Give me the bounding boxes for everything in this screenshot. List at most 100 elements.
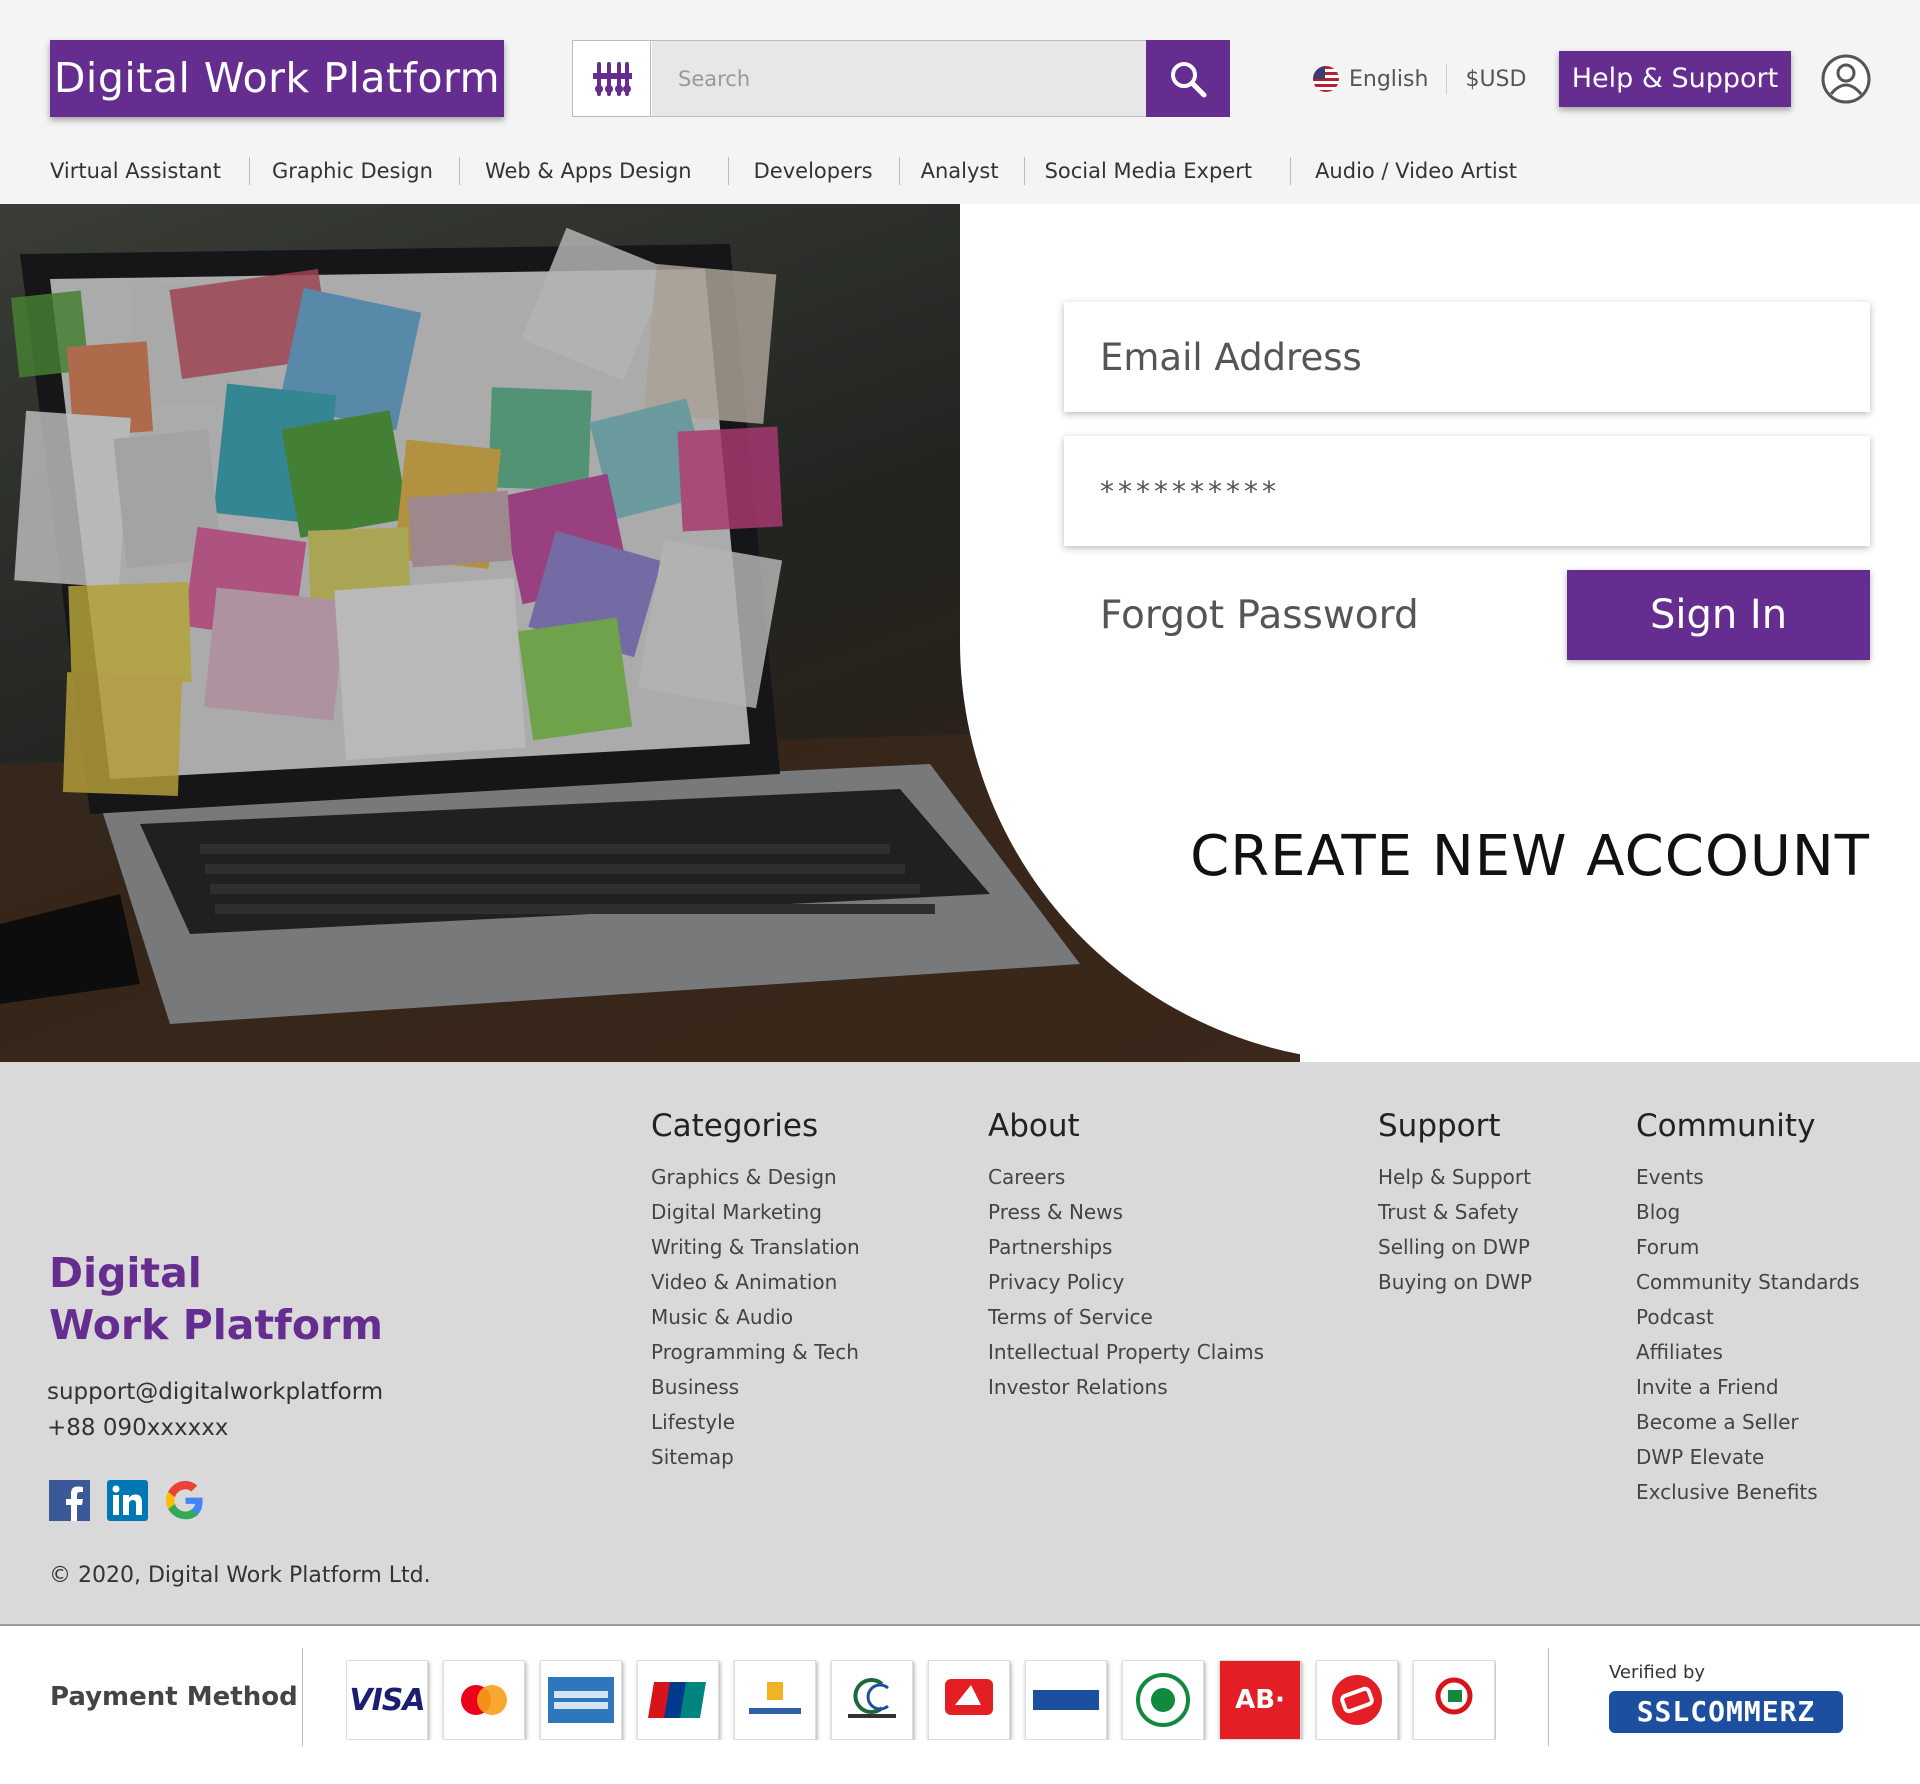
footer-link[interactable]: Sitemap xyxy=(651,1440,860,1475)
category-filter-icon[interactable] xyxy=(573,41,651,116)
footer-link[interactable]: Video & Animation xyxy=(651,1265,860,1300)
payment-logos: VISA AB· xyxy=(346,1660,1496,1740)
copyright: © 2020, Digital Work Platform Ltd. xyxy=(49,1563,431,1588)
category-nav: Virtual Assistant Graphic Design Web & A… xyxy=(50,154,1517,188)
footer-logo-line2: Work Platform xyxy=(49,1301,384,1349)
footer-column-community: Community Events Blog Forum Community St… xyxy=(1636,1108,1860,1510)
footer-link[interactable]: Become a Seller xyxy=(1636,1405,1860,1440)
bank-asia-logo xyxy=(1025,1660,1107,1740)
footer-link[interactable]: Trust & Safety xyxy=(1378,1195,1532,1230)
divider xyxy=(1548,1648,1549,1746)
footer-column-title: Categories xyxy=(651,1108,819,1144)
site-logo[interactable]: Digital Work Platform xyxy=(50,40,504,117)
footer-link[interactable]: DWP Elevate xyxy=(1636,1440,1860,1475)
citytouch-logo xyxy=(928,1660,1010,1740)
language-selector[interactable]: English xyxy=(1349,67,1428,92)
divider xyxy=(727,157,729,185)
divider xyxy=(1446,64,1448,94)
footer-link[interactable]: Graphics & Design xyxy=(651,1160,860,1195)
footer-logo: Digital Work Platform xyxy=(49,1247,383,1351)
footer-link[interactable]: Podcast xyxy=(1636,1300,1860,1335)
nav-virtual-assistant[interactable]: Virtual Assistant xyxy=(50,159,221,183)
email-field-wrapper xyxy=(1064,302,1870,412)
footer-link[interactable]: Investor Relations xyxy=(988,1370,1264,1405)
facebook-icon[interactable] xyxy=(49,1480,90,1521)
hero-section: Forgot Password Sign In CREATE NEW ACCOU… xyxy=(0,204,1920,1062)
islami-bank-logo xyxy=(1122,1660,1204,1740)
footer-column-title: About xyxy=(988,1108,1080,1144)
divider xyxy=(248,157,250,185)
help-support-button[interactable]: Help & Support xyxy=(1559,51,1791,107)
divider xyxy=(1023,157,1025,185)
footer-link[interactable]: Writing & Translation xyxy=(651,1230,860,1265)
header: Digital Work Platform Search English $US… xyxy=(0,0,1920,204)
footer-link[interactable]: Lifestyle xyxy=(651,1405,860,1440)
brac-bank-logo xyxy=(734,1660,816,1740)
nav-social-media-expert[interactable]: Social Media Expert xyxy=(1045,159,1253,183)
footer-link[interactable]: Help & Support xyxy=(1378,1160,1532,1195)
forgot-password-link[interactable]: Forgot Password xyxy=(1064,593,1419,638)
mastercard-logo xyxy=(443,1660,525,1740)
login-actions-row: Forgot Password Sign In xyxy=(1064,570,1870,660)
search-icon xyxy=(1171,61,1207,97)
locale-selector: English $USD xyxy=(1313,62,1526,96)
footer-link[interactable]: Selling on DWP xyxy=(1378,1230,1532,1265)
payment-methods: Payment Method VISA AB· Verified by SSLC… xyxy=(0,1626,1920,1784)
nav-web-apps-design[interactable]: Web & Apps Design xyxy=(485,159,692,183)
login-form: Forgot Password Sign In xyxy=(1064,302,1870,660)
support-email[interactable]: support@digitalworkplatform xyxy=(47,1374,383,1410)
nav-analyst[interactable]: Analyst xyxy=(921,159,999,183)
footer-link[interactable]: Terms of Service xyxy=(988,1300,1264,1335)
nav-developers[interactable]: Developers xyxy=(754,159,873,183)
verified-by-label: Verified by xyxy=(1609,1662,1706,1683)
search-input[interactable] xyxy=(652,41,1146,116)
footer-link[interactable]: Intellectual Property Claims xyxy=(988,1335,1264,1370)
footer-link[interactable]: Buying on DWP xyxy=(1378,1265,1532,1300)
footer-link[interactable]: Digital Marketing xyxy=(651,1195,860,1230)
sign-in-button[interactable]: Sign In xyxy=(1567,570,1870,660)
footer-link[interactable]: Careers xyxy=(988,1160,1264,1195)
google-icon[interactable] xyxy=(165,1480,206,1521)
nav-graphic-design[interactable]: Graphic Design xyxy=(272,159,433,183)
search-button[interactable] xyxy=(1146,40,1230,117)
footer-link[interactable]: Community Standards xyxy=(1636,1265,1860,1300)
nav-audio-video-artist[interactable]: Audio / Video Artist xyxy=(1315,159,1517,183)
dbbl-nexus-logo xyxy=(831,1660,913,1740)
payment-method-label: Payment Method xyxy=(50,1682,298,1712)
password-field-wrapper xyxy=(1064,436,1870,546)
us-flag-icon xyxy=(1313,66,1339,92)
divider xyxy=(458,157,460,185)
footer-column-support: Support Help & Support Trust & Safety Se… xyxy=(1378,1108,1532,1300)
footer-link[interactable]: Press & News xyxy=(988,1195,1264,1230)
amex-logo xyxy=(540,1660,622,1740)
visa-logo-text: VISA xyxy=(349,1682,425,1718)
user-account-icon[interactable] xyxy=(1821,54,1871,104)
ab-bank-logo: AB· xyxy=(1219,1660,1301,1740)
divider xyxy=(898,157,900,185)
currency-selector[interactable]: $USD xyxy=(1465,67,1526,92)
linkedin-icon[interactable] xyxy=(107,1480,148,1521)
footer-column-about: About Careers Press & News Partnerships … xyxy=(988,1108,1264,1405)
footer-link[interactable]: Privacy Policy xyxy=(988,1265,1264,1300)
footer-link[interactable]: Programming & Tech xyxy=(651,1335,860,1370)
footer-contact: support@digitalworkplatform +88 090xxxxx… xyxy=(47,1374,383,1446)
footer-link[interactable]: Blog xyxy=(1636,1195,1860,1230)
ab-bank-logo-text: AB· xyxy=(1235,1685,1285,1715)
footer-link[interactable]: Partnerships xyxy=(988,1230,1264,1265)
email-field[interactable] xyxy=(1064,302,1870,412)
sslcommerz-logo: SSLCOMMERZ xyxy=(1609,1691,1843,1733)
footer-link[interactable]: Affiliates xyxy=(1636,1335,1860,1370)
footer-link[interactable]: Exclusive Benefits xyxy=(1636,1475,1860,1510)
footer-link[interactable]: Business xyxy=(651,1370,860,1405)
footer-link[interactable]: Events xyxy=(1636,1160,1860,1195)
unionpay-logo xyxy=(637,1660,719,1740)
social-links xyxy=(49,1480,206,1521)
footer: Digital Work Platform support@digitalwor… xyxy=(0,1062,1920,1626)
password-field[interactable] xyxy=(1064,436,1870,546)
create-account-link[interactable]: CREATE NEW ACCOUNT xyxy=(1190,824,1870,889)
footer-link[interactable]: Music & Audio xyxy=(651,1300,860,1335)
support-phone: +88 090xxxxxx xyxy=(47,1415,229,1441)
footer-link[interactable]: Invite a Friend xyxy=(1636,1370,1860,1405)
footer-link[interactable]: Forum xyxy=(1636,1230,1860,1265)
fastcash-logo xyxy=(1413,1660,1495,1740)
